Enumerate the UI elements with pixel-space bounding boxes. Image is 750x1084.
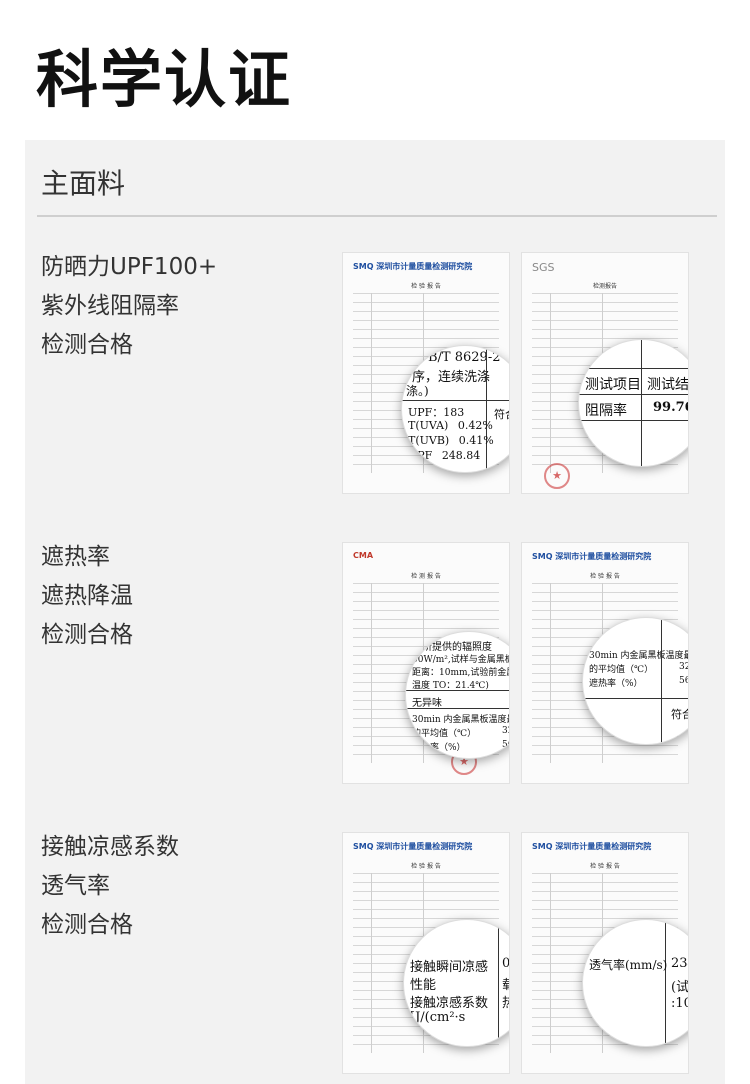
cert-line: 遮热降温 <box>41 583 133 609</box>
page-title: 科学认证 <box>36 43 293 116</box>
lens-text: 的平均值（℃） <box>412 729 477 739</box>
lens-label: T(UVB) <box>408 434 450 447</box>
lens-rule <box>579 368 688 369</box>
lens-text: 测试结果 <box>647 377 689 393</box>
lens-text: 56.9 <box>502 740 509 750</box>
lens-rule <box>579 420 688 421</box>
lens-rule <box>406 690 509 691</box>
lens-text: 遮热率（%） <box>589 679 643 689</box>
lens-value: 0.41% <box>458 434 494 447</box>
cert-line: 遮热率 <box>41 544 110 570</box>
lens-text: :100P <box>671 996 688 1011</box>
lens-text: 所提供的辐照度 <box>422 642 492 653</box>
lens-rule <box>661 618 662 744</box>
cert-line: 防晒力UPF100+ <box>41 254 218 280</box>
lens-text: 距离：10mm,试验前金属黑板 <box>412 668 509 678</box>
lab-logo: SMQ 深圳市计量质量检测研究院 <box>532 842 652 851</box>
lens-text: 32.4 <box>679 662 688 672</box>
lab-logo: SMQ 深圳市计量质量检测研究院 <box>353 842 473 851</box>
test-report-image[interactable]: CMA 检 测 报 告 ★ 所提供的辐照度 00W/m²,试样与金属黑板 距离：… <box>342 542 510 784</box>
cert-description: 遮热率 遮热降温 检测合格 <box>41 538 331 655</box>
lens-rule <box>583 698 688 699</box>
lens-text: (试验面 <box>671 980 689 995</box>
lens-text: 32.4 <box>502 726 509 736</box>
lab-logo: CMA <box>353 551 374 560</box>
lens-text: 30min 内金属黑板温度最高值 <box>589 651 688 661</box>
cert-line: 透气率 <box>41 873 110 899</box>
cert-description: 接触凉感系数 透气率 检测合格 <box>41 828 331 945</box>
lens-label: T(UVA) <box>408 419 449 432</box>
report-title: 检 验 报 告 <box>411 283 441 290</box>
lens-label: UPF <box>408 449 433 462</box>
lab-logo: SGS <box>532 261 555 274</box>
lab-logo: SMQ 深圳市计量质量检测研究院 <box>353 262 473 271</box>
lens-text: 99.76% <box>653 400 688 415</box>
test-report-image[interactable]: SMQ 深圳市计量质量检测研究院 检 验 报 告 接触瞬间凉感 0.24 性能 … <box>342 832 510 1074</box>
lens-text: 的平均值（℃） <box>589 665 654 675</box>
lab-logo: SMQ 深圳市计量质量检测研究院 <box>532 552 652 561</box>
test-report-image[interactable]: SGS 检测报告 ★ 测试项目 测试结果 阻隔率 99.76% <box>521 252 689 494</box>
lens-text: 涤。) <box>406 384 429 398</box>
lens-value: 0.42% <box>457 419 493 432</box>
lens-text: 热校 <box>502 992 509 1011</box>
lens-text: T(UVB) 0.41% <box>408 434 509 447</box>
lens-text: 接触凉感系数 <box>410 996 489 1011</box>
test-report-image[interactable]: SMQ 深圳市计量质量检测研究院 检 验 报 告 30min 内金属黑板温度最高… <box>521 542 689 784</box>
lens-text: 无异味 <box>412 698 442 709</box>
lens-text: UPF 248.84 <box>408 449 509 462</box>
lens-text: 性能 <box>410 978 437 993</box>
lens-text: 30min 内金属黑板温度最高值 <box>412 715 509 725</box>
lens-rule <box>665 920 666 1046</box>
test-report-image[interactable]: SMQ 深圳市计量质量检测研究院 检 验 报 告 B/T 8629-2 序，连续… <box>342 252 510 494</box>
lens-rule <box>402 400 509 401</box>
lens-value: 248.84 <box>441 449 481 462</box>
lens-text: 56.9 <box>679 676 688 686</box>
lens-rule <box>579 394 688 395</box>
lens-text: 符合 <box>671 708 688 721</box>
lens-text: 234 <box>671 956 688 971</box>
cert-description: 防晒力UPF100+ 紫外线阻隔率 检测合格 <box>41 248 331 365</box>
certification-panel: 主面料 防晒力UPF100+ 紫外线阻隔率 检测合格 SMQ 深圳市计量质量检测… <box>25 140 725 1084</box>
cert-line: 接触凉感系数 <box>41 834 179 860</box>
report-title: 检 测 报 告 <box>411 573 441 580</box>
lens-text: 0.24 <box>502 956 510 971</box>
cert-line: 检测合格 <box>41 332 133 358</box>
lens-text: 载样 <box>502 974 509 993</box>
lens-text: T(UVA) 0.42% <box>408 419 509 432</box>
test-report-image[interactable]: SMQ 深圳市计量质量检测研究院 检 验 报 告 透气率(mm/s) 234 (… <box>521 832 689 1074</box>
report-title: 检 验 报 告 <box>590 863 620 870</box>
lens-text: 00W/m²,试样与金属黑板 <box>412 655 510 665</box>
lens-text: B/T 8629-2 <box>428 350 501 365</box>
lens-rule <box>406 708 509 709</box>
section-title: 主面料 <box>41 167 126 200</box>
lens-text: [J/(cm²·s <box>410 1010 466 1025</box>
lens-text: 接触瞬间凉感 <box>410 960 489 975</box>
lens-text: 遮热率（%） <box>412 743 466 753</box>
report-title: 检测报告 <box>592 283 617 290</box>
cert-line: 检测合格 <box>41 912 133 938</box>
report-title: 检 验 报 告 <box>590 573 620 580</box>
section-divider <box>37 215 717 217</box>
cert-line: 检测合格 <box>41 622 133 648</box>
cert-line: 紫外线阻隔率 <box>41 293 179 319</box>
report-title: 检 验 报 告 <box>411 863 441 870</box>
seal-stamp: ★ <box>544 463 570 489</box>
